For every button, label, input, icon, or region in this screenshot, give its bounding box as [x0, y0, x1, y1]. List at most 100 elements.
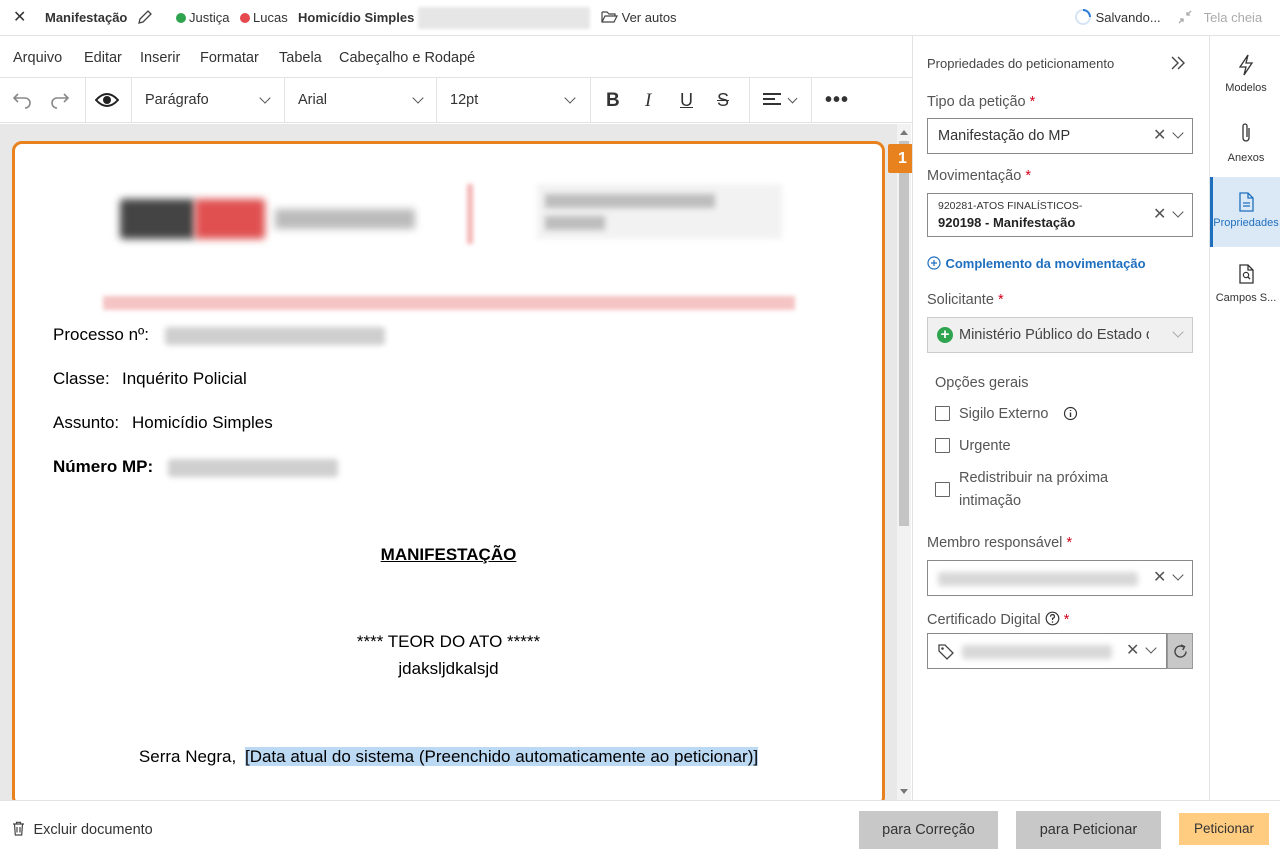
rail-modelos[interactable]: Modelos — [1211, 42, 1280, 112]
required-mark: * — [1029, 94, 1036, 110]
movimentacao-separator: - — [981, 215, 993, 230]
clear-icon[interactable]: ✕ — [1153, 128, 1166, 144]
letterhead-text — [275, 209, 415, 229]
letterhead-box-text — [545, 194, 715, 208]
underline-icon[interactable]: U — [680, 78, 693, 123]
clear-icon[interactable]: ✕ — [1126, 643, 1139, 659]
date-placeholder[interactable]: [Data atual do sistema (Preenchido autom… — [244, 747, 759, 766]
italic-icon[interactable]: I — [645, 78, 651, 123]
plus-circle-icon: + — [937, 327, 953, 343]
chevron-down-icon[interactable] — [787, 93, 798, 104]
font-family-select[interactable]: Arial — [298, 78, 327, 123]
certificado-select[interactable]: ✕ — [927, 633, 1167, 669]
certificado-label-text: Certificado Digital — [927, 612, 1041, 628]
rail-propriedades[interactable]: Propriedades — [1210, 177, 1280, 247]
para-correcao-button[interactable]: para Correção — [859, 811, 998, 849]
para-peticionar-button[interactable]: para Peticionar — [1016, 811, 1161, 849]
complemento-link[interactable]: Complemento da movimentação — [927, 254, 1146, 273]
refresh-certificado-button[interactable] — [1167, 633, 1193, 669]
movimentacao-select[interactable]: 920281-ATOS FINALÍSTICOS- 920198 - Manif… — [927, 193, 1193, 237]
letterhead-logo — [120, 199, 195, 239]
urgente-label: Urgente — [959, 438, 1011, 454]
collapse-arrows-icon — [1178, 10, 1192, 24]
chevron-down-icon[interactable] — [412, 92, 424, 104]
clear-icon[interactable]: ✕ — [1153, 570, 1166, 586]
menu-tabela[interactable]: Tabela — [279, 36, 322, 80]
bold-icon[interactable]: B — [606, 78, 620, 123]
required-mark: * — [1063, 612, 1070, 628]
peticionar-button[interactable]: Peticionar — [1179, 813, 1269, 845]
plus-circle-icon — [176, 13, 186, 23]
redo-icon[interactable] — [50, 91, 70, 109]
clear-icon[interactable]: ✕ — [1153, 207, 1166, 223]
letterhead-rule — [103, 296, 795, 310]
chevron-down-icon[interactable] — [1145, 642, 1157, 654]
menu-formatar[interactable]: Formatar — [200, 36, 259, 80]
redistribuir-checkbox[interactable] — [935, 482, 950, 497]
close-icon[interactable]: ✕ — [13, 0, 26, 36]
rail-anexos[interactable]: Anexos — [1211, 112, 1280, 182]
membro-label-text: Membro responsável — [927, 535, 1063, 551]
top-bar: ✕ Manifestação Justiça Lucas Homicídio S… — [0, 0, 1280, 36]
rail-campos[interactable]: Campos S... — [1211, 252, 1280, 322]
scrollbar-thumb[interactable] — [899, 141, 909, 526]
chevron-down-icon[interactable] — [1172, 569, 1184, 581]
solicitante-label: Solicitante * — [927, 292, 1004, 308]
chevron-down-icon[interactable] — [564, 92, 576, 104]
membro-responsavel-select[interactable]: ✕ — [927, 560, 1193, 596]
required-mark: * — [1066, 535, 1073, 551]
rail-campos-label: Campos S... — [1215, 292, 1277, 304]
menu-bar: Arquivo Editar Inserir Formatar Tabela C… — [0, 36, 912, 78]
movimentacao-line2: 920198 - Manifestação — [938, 215, 1075, 230]
fullscreen-button[interactable]: Tela cheia — [1178, 0, 1262, 36]
trash-icon — [13, 821, 24, 836]
folder-open-icon — [601, 11, 618, 23]
movimentacao-label-text: Movimentação — [927, 168, 1022, 184]
redacted-certificado — [962, 645, 1112, 659]
sigilo-label: Sigilo Externo — [959, 406, 1049, 422]
delete-document-label: Excluir documento — [33, 822, 153, 838]
info-icon[interactable] — [1063, 406, 1078, 421]
properties-panel: Propriedades do peticionamento Tipo da p… — [912, 36, 1209, 800]
certificado-label: Certificado Digital * — [927, 609, 1069, 628]
scroll-down-icon[interactable] — [899, 788, 909, 796]
redacted-processo-number — [165, 327, 385, 345]
chevron-down-icon[interactable] — [1172, 206, 1184, 218]
scroll-up-icon[interactable] — [899, 128, 909, 136]
menu-editar[interactable]: Editar — [84, 36, 122, 80]
letterhead-divider — [467, 184, 473, 244]
more-icon[interactable]: ••• — [825, 78, 849, 123]
chevron-down-icon — [1172, 326, 1184, 338]
ver-autos-link[interactable]: Ver autos — [601, 0, 677, 36]
delete-document-button[interactable]: Excluir documento — [12, 819, 153, 839]
eye-icon[interactable] — [95, 90, 119, 110]
align-left-icon[interactable] — [762, 92, 782, 108]
chevron-down-icon[interactable] — [259, 92, 271, 104]
tipo-peticao-select[interactable]: Manifestação do MP ✕ — [927, 118, 1193, 154]
solicitante-select: + Ministério Público do Estado d — [927, 317, 1193, 353]
rail-propriedades-label: Propriedades — [1213, 217, 1279, 229]
tipo-peticao-label-text: Tipo da petição — [927, 94, 1026, 110]
collapse-panel-icon[interactable] — [1170, 55, 1186, 71]
font-size-select[interactable]: 12pt — [450, 78, 478, 123]
tipo-peticao-label: Tipo da petição * — [927, 94, 1035, 110]
menu-cabecalho-rodape[interactable]: Cabeçalho e Rodapé — [339, 36, 475, 80]
membro-responsavel-label: Membro responsável * — [927, 535, 1072, 551]
menu-inserir[interactable]: Inserir — [140, 36, 180, 80]
tipo-peticao-value: Manifestação do MP — [938, 128, 1071, 144]
document-page[interactable]: Processo nº: Classe: Inquérito Policial … — [12, 141, 885, 807]
help-icon[interactable] — [1045, 611, 1060, 626]
sigilo-checkbox[interactable] — [935, 406, 950, 421]
tag-lucas-label: Lucas — [253, 10, 288, 25]
date-line: Serra Negra, [Data atual do sistema (Pre… — [15, 747, 882, 767]
fullscreen-label: Tela cheia — [1203, 10, 1263, 25]
paragraph-style-select[interactable]: Parágrafo — [145, 78, 209, 123]
strikethrough-icon[interactable]: S — [717, 78, 729, 123]
menu-arquivo[interactable]: Arquivo — [13, 36, 62, 80]
city-text: Serra Negra, — [138, 747, 237, 766]
urgente-checkbox[interactable] — [935, 438, 950, 453]
chevron-down-icon[interactable] — [1172, 127, 1184, 139]
edit-title-icon[interactable] — [137, 0, 153, 36]
required-mark: * — [997, 292, 1004, 308]
undo-icon[interactable] — [12, 91, 32, 109]
